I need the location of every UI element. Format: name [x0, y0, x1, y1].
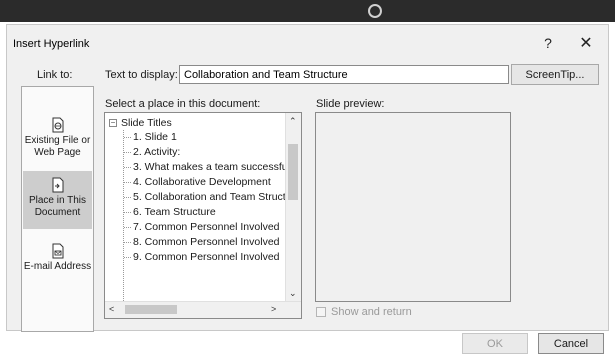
select-place-label: Select a place in this document:: [105, 98, 261, 110]
list-item[interactable]: 3. What makes a team successful?: [124, 160, 288, 175]
scroll-left-icon[interactable]: <: [109, 305, 114, 314]
checkbox-box[interactable]: [316, 307, 326, 317]
show-and-return-checkbox[interactable]: Show and return: [316, 306, 412, 318]
list-item[interactable]: 7. Common Personnel Involved: [124, 220, 288, 235]
list-item[interactable]: 1. Slide 1: [124, 130, 288, 145]
list-item[interactable]: 9. Common Personnel Involved: [124, 250, 288, 265]
horizontal-scroll-thumb[interactable]: [125, 305, 177, 314]
insert-hyperlink-dialog: Insert Hyperlink ? ✕ Link to: Text to di…: [6, 24, 609, 354]
text-to-display-label: Text to display:: [105, 69, 178, 81]
horizontal-scrollbar[interactable]: < >: [105, 301, 301, 318]
screentip-button[interactable]: ScreenTip...: [511, 64, 599, 85]
text-to-display-input[interactable]: [179, 65, 509, 84]
existing-file-web-page-option[interactable]: Existing File or Web Page: [23, 111, 92, 169]
tree-items: 1. Slide 1 2. Activity: 3. What makes a …: [123, 130, 288, 301]
app-title-bar: [0, 0, 615, 22]
list-item[interactable]: 4. Collaborative Development: [124, 175, 288, 190]
ok-button[interactable]: OK: [462, 333, 528, 354]
dialog-title: Insert Hyperlink: [13, 38, 90, 50]
close-button[interactable]: ✕: [573, 31, 599, 55]
place-document-icon: [52, 177, 63, 193]
email-address-option[interactable]: E-mail Address: [23, 237, 92, 295]
tree-root-label: Slide Titles: [121, 117, 172, 129]
place-in-this-document-option[interactable]: Place in This Document: [23, 171, 92, 229]
cancel-button[interactable]: Cancel: [538, 333, 604, 354]
scroll-up-icon[interactable]: ⌃: [289, 117, 297, 126]
slide-preview-label: Slide preview:: [316, 98, 385, 110]
scroll-right-icon[interactable]: >: [271, 305, 276, 314]
list-item[interactable]: 2. Activity:: [124, 145, 288, 160]
list-item[interactable]: 6. Team Structure: [124, 205, 288, 220]
list-item[interactable]: 8. Common Personnel Involved: [124, 235, 288, 250]
show-and-return-label: Show and return: [331, 306, 412, 318]
list-item[interactable]: 5. Collaboration and Team Structure: [124, 190, 288, 205]
link-to-label: Link to:: [37, 69, 73, 81]
place-tree-list[interactable]: − Slide Titles 1. Slide 1 2. Activity: 3…: [104, 112, 302, 319]
scroll-down-icon[interactable]: ⌄: [289, 289, 297, 298]
help-button[interactable]: ?: [535, 31, 561, 55]
email-icon: [52, 243, 63, 259]
collapse-icon[interactable]: −: [109, 119, 117, 127]
loading-icon: [368, 4, 382, 18]
tree-root-node[interactable]: − Slide Titles: [109, 116, 172, 130]
place-in-this-document-label: Place in This Document: [28, 195, 87, 218]
email-address-label: E-mail Address: [23, 261, 92, 272]
existing-file-web-page-label: Existing File or Web Page: [24, 135, 91, 158]
vertical-scroll-thumb[interactable]: [288, 144, 298, 200]
vertical-scrollbar[interactable]: ⌃ ⌄: [285, 113, 301, 302]
globe-document-icon: [52, 117, 63, 133]
link-to-panel: Existing File or Web Page Place in This …: [21, 86, 94, 332]
slide-preview-pane: [315, 112, 511, 302]
